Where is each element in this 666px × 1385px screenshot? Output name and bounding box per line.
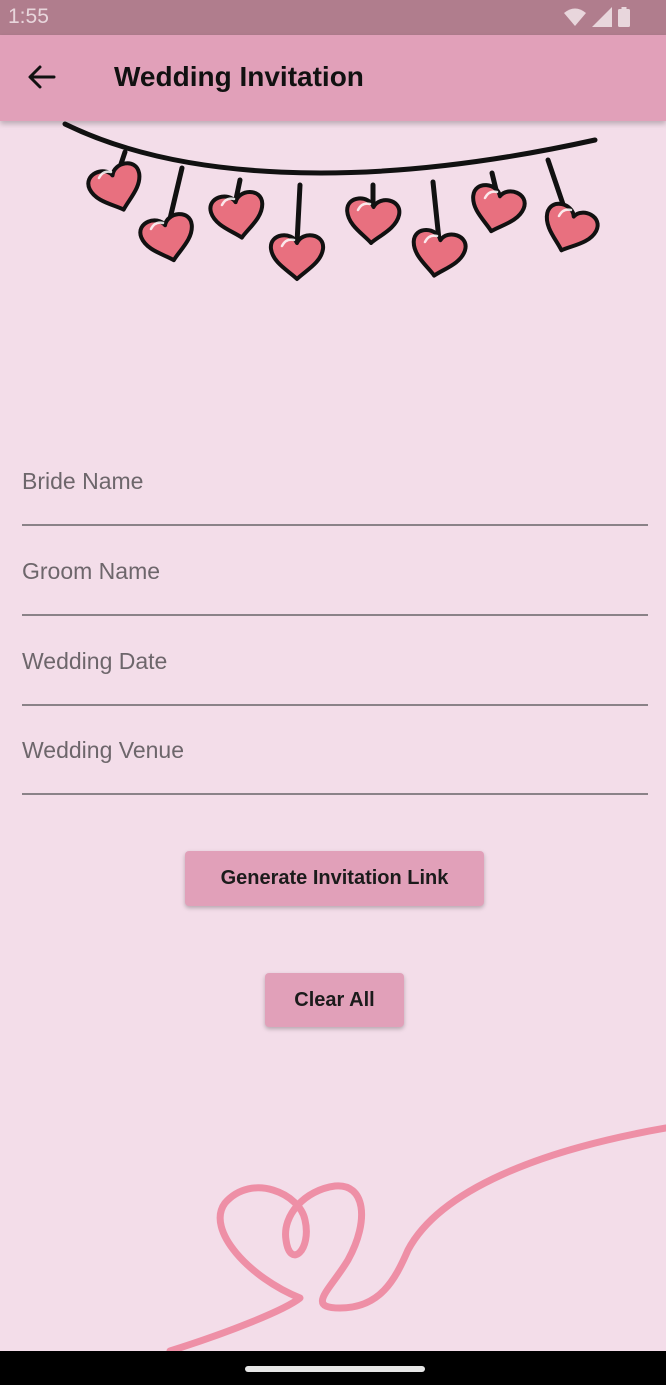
heart-garland-illustration [62, 121, 603, 283]
wedding-venue-field[interactable]: Wedding Venue [22, 703, 648, 795]
wifi-icon [564, 8, 586, 26]
arrow-left-icon [28, 65, 56, 89]
back-button[interactable] [18, 53, 66, 101]
signal-icon [592, 7, 612, 27]
status-bar: 1:55 [0, 0, 666, 35]
page-title: Wedding Invitation [114, 61, 364, 92]
heart-swirl-decoration [166, 1124, 666, 1351]
status-icons [564, 7, 630, 27]
wedding-date-field[interactable]: Wedding Date [22, 614, 648, 706]
app-bar: Wedding Invitation [0, 35, 666, 121]
home-indicator[interactable] [245, 1366, 425, 1372]
bride-name-field[interactable]: Bride Name [22, 434, 648, 526]
groom-name-field[interactable]: Groom Name [22, 524, 648, 616]
status-time: 1:55 [8, 5, 49, 28]
wedding-date-label: Wedding Date [22, 648, 168, 674]
clear-all-button[interactable]: Clear All [265, 973, 404, 1027]
generate-invitation-link-button[interactable]: Generate Invitation Link [185, 851, 484, 906]
groom-name-label: Groom Name [22, 558, 161, 584]
navigation-bar [0, 1351, 666, 1385]
bride-name-label: Bride Name [22, 468, 144, 494]
battery-icon [618, 7, 630, 27]
wedding-venue-label: Wedding Venue [22, 737, 184, 763]
